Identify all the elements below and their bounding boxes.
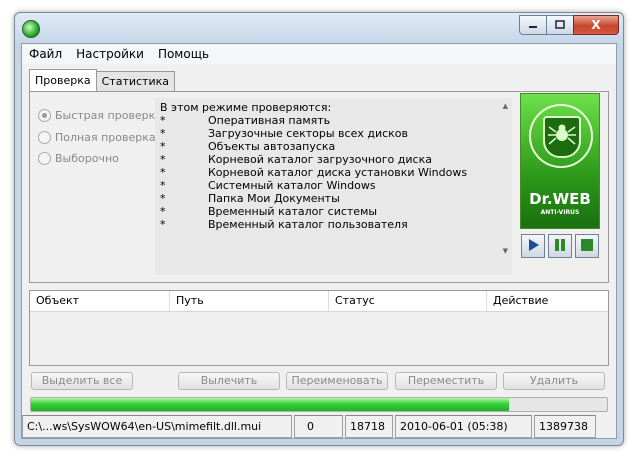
results-table[interactable]: Объект Путь Статус Действие: [29, 290, 609, 366]
results-table-header: Объект Путь Статус Действие: [30, 291, 608, 312]
tab-strip: Проверка Статистика: [29, 69, 175, 91]
info-item: * Объекты автозапуска: [160, 140, 335, 153]
info-item: * Корневой каталог диска установки Window…: [160, 166, 467, 179]
status-checked-count: 18718: [345, 415, 393, 438]
info-item: * Оперативная память: [160, 114, 330, 127]
radio-unchecked-icon: [38, 152, 51, 165]
title-bar[interactable]: X: [15, 13, 623, 43]
minimize-icon: [528, 20, 538, 31]
column-path[interactable]: Путь: [170, 291, 329, 311]
info-item: * Загрузочные секторы всех дисков: [160, 127, 408, 140]
radio-quick-scan[interactable]: Быстрая проверка: [38, 109, 162, 122]
bullet: *: [160, 192, 166, 205]
info-item-text: Временный каталог системы: [208, 205, 378, 218]
scan-panel: Быстрая проверка Полная проверка Выбороч…: [29, 91, 609, 283]
scan-info-box[interactable]: В этом режиме проверяются: * Оперативная …: [155, 98, 512, 275]
client-area: Файл Настройки Помощь Проверка Статистик…: [21, 43, 617, 439]
close-button[interactable]: X: [573, 15, 619, 35]
info-item-text: Временный каталог пользователя: [208, 218, 408, 231]
cure-button[interactable]: Вылечить: [178, 372, 280, 390]
select-all-button[interactable]: Выделить все: [31, 372, 133, 390]
bullet: *: [160, 205, 166, 218]
info-item: * Папка Мои Документы: [160, 192, 340, 205]
column-object[interactable]: Объект: [30, 291, 170, 311]
info-item-text: Загрузочные секторы всех дисков: [208, 127, 409, 140]
column-action[interactable]: Действие: [487, 291, 606, 311]
status-datetime: 2010-06-01 (05:38): [395, 415, 532, 438]
tab-scan[interactable]: Проверка: [29, 69, 97, 91]
delete-button[interactable]: Удалить: [503, 372, 605, 390]
status-current-file: C:\...ws\SysWOW64\en-US\mimefilt.dll.mui: [22, 415, 292, 438]
menu-file[interactable]: Файл: [22, 47, 69, 61]
radio-checked-icon: [38, 109, 51, 122]
radio-label: Полная проверка: [55, 131, 156, 144]
progress-fill: [31, 398, 510, 411]
scan-progress-bar: [30, 397, 608, 412]
action-buttons: Выделить все Вылечить Переименовать Пере…: [31, 372, 609, 390]
move-button[interactable]: Переместить: [395, 372, 497, 390]
scroll-up-icon[interactable]: ▲: [503, 102, 508, 110]
radio-custom-scan[interactable]: Выборочно: [38, 152, 119, 165]
logo-brand: Dr.WEB: [529, 190, 591, 208]
column-status[interactable]: Статус: [329, 291, 487, 311]
app-logo-icon[interactable]: [22, 20, 40, 38]
bullet: *: [160, 127, 166, 140]
info-item-text: Объекты автозапуска: [208, 140, 336, 153]
menu-bar: Файл Настройки Помощь: [22, 44, 616, 64]
status-bar: C:\...ws\SysWOW64\en-US\mimefilt.dll.mui…: [22, 415, 616, 438]
status-virus-records: 1389738: [534, 415, 596, 438]
close-icon: X: [591, 17, 601, 32]
info-item-text: Папка Мои Документы: [208, 192, 340, 205]
start-button[interactable]: [521, 234, 545, 258]
pause-button[interactable]: [548, 234, 572, 258]
info-item: * Временный каталог пользователя: [160, 218, 408, 231]
menu-settings[interactable]: Настройки: [69, 47, 151, 61]
status-infected-count: 0: [294, 415, 343, 438]
bullet: *: [160, 218, 166, 231]
info-item: * Временный каталог системы: [160, 205, 377, 218]
rename-button[interactable]: Переименовать: [286, 372, 388, 390]
maximize-button[interactable]: [546, 15, 574, 35]
bullet: *: [160, 140, 166, 153]
radio-label: Выборочно: [55, 152, 119, 165]
maximize-icon: [555, 19, 565, 31]
bullet: *: [160, 153, 166, 166]
tab-statistics[interactable]: Статистика: [95, 71, 175, 91]
info-item-text: Корневой каталог диска установки Windows: [208, 166, 468, 179]
info-item-text: Системный каталог Windows: [208, 179, 376, 192]
window-controls: X: [519, 15, 619, 35]
info-item-text: Оперативная память: [208, 114, 331, 127]
app-window: X Файл Настройки Помощь Проверка Статист…: [14, 12, 624, 446]
stop-icon: [580, 238, 594, 255]
stop-button[interactable]: [575, 234, 599, 258]
info-item-text: Корневой каталог загрузочного диска: [208, 153, 432, 166]
minimize-button[interactable]: [519, 15, 547, 35]
drweb-logo: Dr.WEB ANTI-VIRUS: [520, 93, 600, 229]
radio-full-scan[interactable]: Полная проверка: [38, 131, 156, 144]
bullet: *: [160, 114, 166, 127]
info-title: В этом режиме проверяются:: [160, 101, 332, 114]
info-item: * Системный каталог Windows: [160, 179, 376, 192]
scroll-down-icon[interactable]: ▼: [503, 247, 508, 255]
info-item: * Корневой каталог загрузочного диска: [160, 153, 432, 166]
bullet: *: [160, 166, 166, 179]
pause-icon: [553, 238, 567, 255]
radio-label: Быстрая проверка: [55, 109, 163, 122]
logo-tagline: ANTI-VIRUS: [540, 209, 580, 216]
bullet: *: [160, 179, 166, 192]
menu-help[interactable]: Помощь: [151, 47, 216, 61]
radio-unchecked-icon: [38, 131, 51, 144]
play-icon: [526, 238, 540, 255]
spider-shield-icon: [543, 116, 581, 158]
